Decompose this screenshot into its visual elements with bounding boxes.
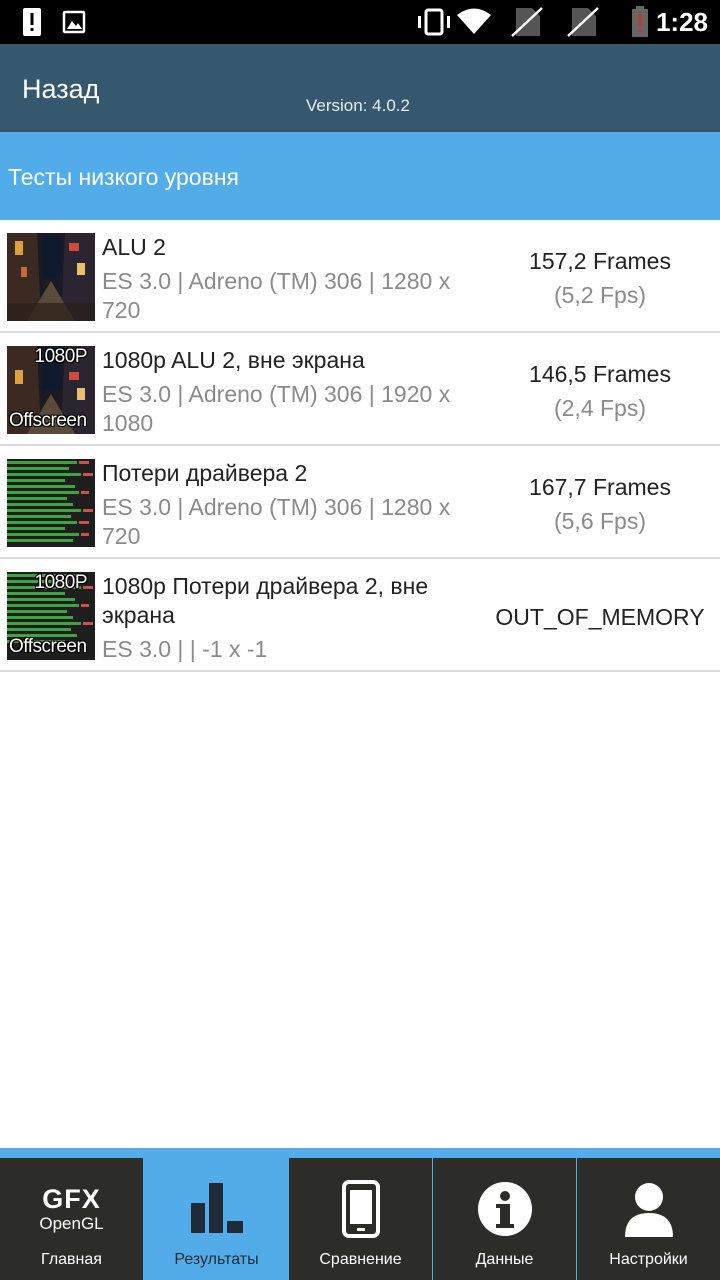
battery-low-icon [632, 6, 648, 37]
test-fps: (5,2 Fps) [553, 282, 647, 308]
status-bar: 1:28 [0, 0, 720, 44]
driver-overhead-offscreen-thumbnail: 1080P Offscreen [7, 572, 95, 660]
alert-icon [23, 8, 41, 36]
test-title: 1080p Потери драйвера 2, вне экрана [102, 573, 429, 628]
image-icon [62, 10, 86, 34]
app-header: Назад Version: 4.0.2 [0, 44, 720, 132]
test-score: 167,7 Frames [529, 474, 671, 500]
status-time: 1:28 [655, 7, 708, 37]
driver-overhead-thumbnail [7, 459, 95, 547]
thumb-badge-resolution: 1080P [34, 572, 88, 593]
vibrate-icon [418, 8, 450, 36]
bottom-navigation: GFX OpenGL Главная Результаты Сравнение [0, 1148, 720, 1280]
nav-label: Настройки [609, 1251, 688, 1268]
test-details: ES 3.0 | | -1 x -1 [102, 636, 268, 662]
gfx-opengl-logo: GFX OpenGL [0, 1178, 143, 1240]
gfx-logo-text: GFX [42, 1184, 101, 1214]
test-details: ES 3.0 | Adreno (TM) 306 | 1280 x [102, 268, 451, 294]
test-fps: (5,6 Fps) [553, 508, 647, 534]
test-score: 157,2 Frames [529, 248, 671, 274]
nav-results[interactable]: Результаты [145, 1158, 288, 1280]
test-score: 146,5 Frames [529, 361, 671, 387]
nav-compare[interactable]: Сравнение [289, 1158, 432, 1280]
test-fps: (2,4 Fps) [553, 395, 647, 421]
thumb-badge-offscreen: Offscreen [9, 410, 87, 431]
back-button[interactable]: Назад [22, 72, 99, 106]
version-label: Version: 4.0.2 [306, 96, 410, 115]
result-row[interactable]: 1080P Offscreen 1080p Потери драйвера 2,… [0, 559, 720, 672]
user-icon [577, 1178, 720, 1240]
test-details-resolution: 1080 [102, 410, 154, 436]
opengl-logo-text: OpenGL [39, 1214, 104, 1233]
alu-thumbnail [7, 233, 95, 321]
info-icon [433, 1178, 576, 1240]
test-score: OUT_OF_MEMORY [495, 604, 705, 630]
no-sim-icon [511, 7, 543, 37]
wifi-icon [457, 8, 491, 34]
thumb-badge-offscreen: Offscreen [9, 636, 87, 657]
bar-chart-icon [145, 1178, 288, 1240]
test-title: 1080p ALU 2, вне экрана [102, 347, 365, 373]
test-details: ES 3.0 | Adreno (TM) 306 | 1920 x [102, 381, 451, 407]
nav-label: Сравнение [319, 1251, 402, 1268]
nav-info[interactable]: Данные [433, 1158, 576, 1280]
alu-offscreen-thumbnail: 1080P Offscreen [7, 346, 95, 434]
nav-label: Главная [41, 1251, 102, 1268]
results-list: ALU 2 ES 3.0 | Adreno (TM) 306 | 1280 x … [0, 220, 720, 672]
nav-label: Данные [475, 1251, 534, 1268]
test-details: ES 3.0 | Adreno (TM) 306 | 1280 x [102, 494, 451, 520]
result-row[interactable]: 1080P Offscreen 1080p ALU 2, вне экрана … [0, 333, 720, 446]
test-details-resolution: 720 [102, 523, 141, 549]
result-row[interactable]: Потери драйвера 2 ES 3.0 | Adreno (TM) 3… [0, 446, 720, 559]
result-row[interactable]: ALU 2 ES 3.0 | Adreno (TM) 306 | 1280 x … [0, 220, 720, 333]
thumb-badge-resolution: 1080P [34, 346, 88, 367]
section-header: Тесты низкого уровня [0, 132, 720, 220]
test-title: Потери драйвера 2 [102, 460, 308, 486]
nav-settings[interactable]: Настройки [577, 1158, 720, 1280]
test-title: ALU 2 [102, 234, 166, 260]
test-details-resolution: 720 [102, 297, 141, 323]
section-title: Тесты низкого уровня [8, 164, 239, 190]
no-sim-icon [567, 7, 599, 37]
phone-icon [289, 1178, 432, 1240]
nav-label: Результаты [174, 1251, 259, 1268]
nav-home[interactable]: GFX OpenGL Главная [0, 1158, 143, 1280]
